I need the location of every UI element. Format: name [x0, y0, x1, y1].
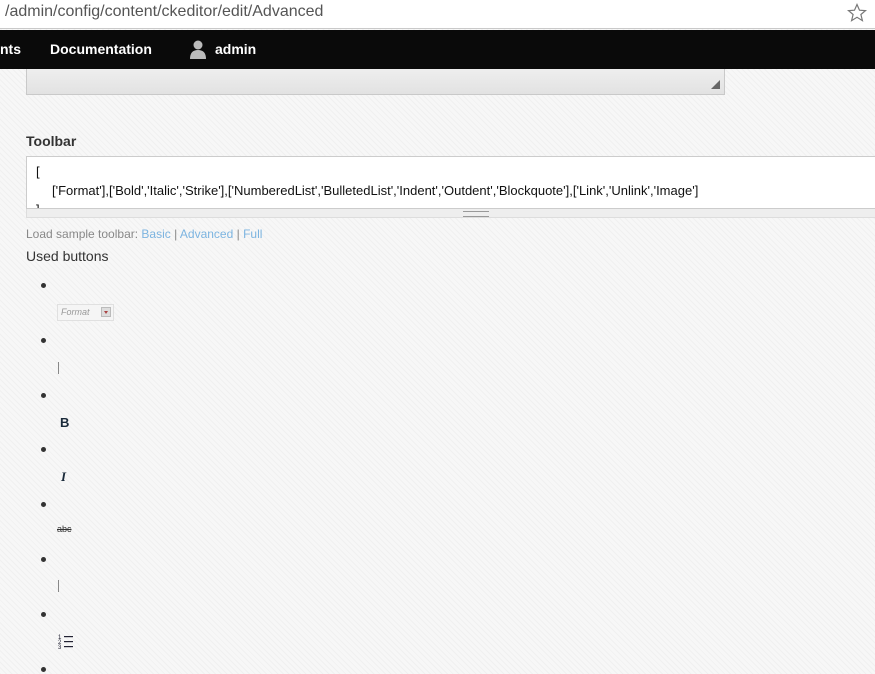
toolbar-textarea[interactable]: [ ['Format'],['Bold','Italic','Strike'],…: [26, 156, 875, 209]
separator-icon[interactable]: [58, 362, 59, 374]
list-bullet: [41, 612, 46, 617]
url-text[interactable]: /admin/config/content/ckeditor/edit/Adva…: [5, 3, 323, 21]
format-dropdown-button[interactable]: Format: [57, 304, 114, 321]
sample-link-basic[interactable]: Basic: [141, 227, 170, 241]
sample-toolbar-row: Load sample toolbar: Basic | Advanced | …: [26, 227, 262, 241]
user-icon[interactable]: [188, 39, 208, 59]
address-bar[interactable]: /admin/config/content/ckeditor/edit/Adva…: [0, 0, 875, 29]
bold-icon[interactable]: B: [60, 415, 69, 430]
textarea-resize-handle[interactable]: [26, 209, 875, 218]
list-bullet: [41, 283, 46, 288]
collapsed-textarea: [26, 69, 725, 95]
format-label: Format: [61, 307, 90, 317]
svg-text:3: 3: [58, 645, 62, 649]
numbered-list-icon[interactable]: 1 2 3: [58, 633, 74, 649]
resize-grip-icon[interactable]: [711, 80, 720, 89]
list-bullet: [41, 393, 46, 398]
sample-link-full[interactable]: Full: [243, 227, 262, 241]
toolbar-line-open: [: [36, 164, 40, 179]
nav-item-reports[interactable]: nts: [0, 41, 21, 57]
strike-icon[interactable]: abc: [57, 524, 72, 534]
link-separator: |: [174, 227, 178, 241]
admin-toolbar: nts Documentation admin: [0, 30, 875, 69]
toolbar-field-label: Toolbar: [26, 133, 77, 149]
list-bullet: [41, 557, 46, 562]
dropdown-arrow-icon: [101, 307, 111, 317]
sample-link-advanced[interactable]: Advanced: [180, 227, 233, 241]
list-bullet: [41, 338, 46, 343]
star-icon[interactable]: [847, 3, 867, 23]
sample-toolbar-prefix: Load sample toolbar:: [26, 227, 139, 241]
link-separator: |: [236, 227, 240, 241]
separator-icon[interactable]: [58, 580, 59, 592]
list-bullet: [41, 502, 46, 507]
used-buttons-title: Used buttons: [26, 248, 109, 264]
italic-icon[interactable]: I: [61, 469, 66, 485]
nav-item-admin[interactable]: admin: [215, 41, 256, 57]
list-bullet: [41, 667, 46, 672]
nav-item-documentation[interactable]: Documentation: [50, 41, 152, 57]
toolbar-line-content: ['Format'],['Bold','Italic','Strike'],['…: [52, 183, 699, 198]
toolbar-line-close: ]: [36, 202, 40, 208]
list-bullet: [41, 447, 46, 452]
grip-lines-icon: [463, 211, 489, 217]
